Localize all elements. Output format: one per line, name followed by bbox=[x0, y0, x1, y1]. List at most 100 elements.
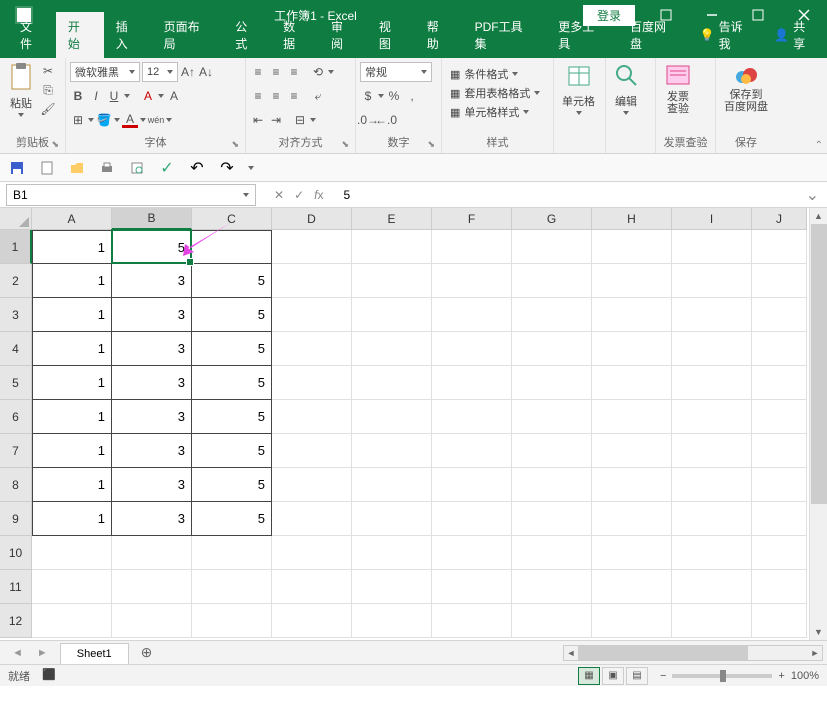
cell[interactable] bbox=[432, 604, 512, 638]
cell[interactable] bbox=[352, 400, 432, 434]
tab-view[interactable]: 视图 bbox=[367, 12, 415, 58]
cell[interactable] bbox=[352, 604, 432, 638]
cell[interactable] bbox=[592, 468, 672, 502]
fill-color-button[interactable]: 🪣 bbox=[96, 112, 112, 128]
cell[interactable] bbox=[752, 400, 807, 434]
cell[interactable] bbox=[672, 434, 752, 468]
spelling-button[interactable]: ✓ bbox=[158, 159, 176, 177]
cell[interactable] bbox=[352, 298, 432, 332]
qat-customize-icon[interactable] bbox=[248, 166, 254, 170]
underline-button[interactable]: U bbox=[106, 88, 122, 104]
cell[interactable]: 3 bbox=[112, 400, 192, 434]
cell[interactable] bbox=[432, 536, 512, 570]
row-header[interactable]: 4 bbox=[0, 332, 32, 366]
zoom-out-button[interactable]: − bbox=[660, 670, 666, 682]
cell[interactable] bbox=[592, 230, 672, 264]
cell[interactable] bbox=[192, 604, 272, 638]
column-header[interactable]: B bbox=[112, 208, 192, 230]
cell[interactable]: 1 bbox=[32, 468, 112, 502]
add-sheet-button[interactable]: ⊕ bbox=[129, 644, 165, 661]
tab-baidu[interactable]: 百度网盘 bbox=[618, 12, 690, 58]
cell[interactable]: 5 bbox=[112, 230, 192, 264]
cell[interactable] bbox=[432, 366, 512, 400]
cut-button[interactable]: ✂ bbox=[40, 63, 56, 79]
percent-button[interactable]: % bbox=[386, 88, 402, 104]
select-all-button[interactable] bbox=[0, 208, 32, 230]
cell[interactable]: 5 bbox=[192, 366, 272, 400]
column-header[interactable]: J bbox=[752, 208, 807, 230]
format-painter-button[interactable]: 🖌 bbox=[40, 101, 56, 117]
cell[interactable] bbox=[592, 400, 672, 434]
cell[interactable]: 5 bbox=[192, 332, 272, 366]
cell[interactable]: 5 bbox=[192, 502, 272, 536]
align-right-button[interactable]: ≡ bbox=[286, 88, 302, 104]
launcher-icon[interactable]: ⬊ bbox=[427, 139, 435, 150]
tab-help[interactable]: 帮助 bbox=[415, 12, 463, 58]
name-box[interactable]: B1 bbox=[6, 184, 256, 206]
column-header[interactable]: I bbox=[672, 208, 752, 230]
cell[interactable] bbox=[32, 604, 112, 638]
cell[interactable] bbox=[672, 366, 752, 400]
row-header[interactable]: 9 bbox=[0, 502, 32, 536]
scroll-thumb[interactable] bbox=[811, 224, 827, 504]
scroll-left-icon[interactable]: ◄ bbox=[564, 646, 578, 660]
row-header[interactable]: 7 bbox=[0, 434, 32, 468]
row-header[interactable]: 5 bbox=[0, 366, 32, 400]
scroll-right-icon[interactable]: ► bbox=[808, 646, 822, 660]
editing-button[interactable]: 编辑 bbox=[610, 61, 642, 117]
cell[interactable] bbox=[272, 230, 352, 264]
increase-indent-button[interactable]: ⇥ bbox=[268, 112, 284, 128]
cell[interactable] bbox=[32, 570, 112, 604]
cell[interactable] bbox=[432, 502, 512, 536]
cell[interactable] bbox=[112, 604, 192, 638]
cell[interactable]: 3 bbox=[112, 264, 192, 298]
cell[interactable] bbox=[272, 570, 352, 604]
row-header[interactable]: 10 bbox=[0, 536, 32, 570]
cell[interactable] bbox=[352, 570, 432, 604]
cell-style-button[interactable]: ▦单元格样式 bbox=[446, 103, 533, 121]
increase-font-button[interactable]: A↑ bbox=[180, 64, 196, 80]
row-header[interactable]: 1 bbox=[0, 230, 32, 264]
currency-button[interactable]: $ bbox=[360, 88, 376, 104]
cell[interactable]: 1 bbox=[32, 400, 112, 434]
cell[interactable] bbox=[272, 468, 352, 502]
font-color-button[interactable]: A bbox=[140, 88, 156, 104]
cell[interactable] bbox=[192, 230, 272, 264]
tab-review[interactable]: 审阅 bbox=[319, 12, 367, 58]
column-header[interactable]: E bbox=[352, 208, 432, 230]
cells-button[interactable]: 单元格 bbox=[558, 61, 599, 117]
tab-file[interactable]: 文件 bbox=[8, 12, 56, 58]
cell[interactable] bbox=[752, 332, 807, 366]
cell[interactable] bbox=[192, 570, 272, 604]
fx-icon[interactable]: fx bbox=[314, 188, 323, 202]
cell[interactable] bbox=[272, 434, 352, 468]
cell[interactable] bbox=[672, 604, 752, 638]
cell[interactable] bbox=[592, 332, 672, 366]
cell[interactable] bbox=[352, 468, 432, 502]
cell[interactable] bbox=[112, 536, 192, 570]
cell[interactable] bbox=[512, 264, 592, 298]
cell[interactable] bbox=[192, 536, 272, 570]
cell[interactable] bbox=[672, 264, 752, 298]
cell[interactable] bbox=[352, 366, 432, 400]
align-center-button[interactable]: ≡ bbox=[268, 88, 284, 104]
cell[interactable]: 1 bbox=[32, 332, 112, 366]
record-macro-icon[interactable]: ⬛ bbox=[42, 668, 56, 684]
cell[interactable] bbox=[272, 400, 352, 434]
cell[interactable] bbox=[592, 264, 672, 298]
cell[interactable]: 1 bbox=[32, 502, 112, 536]
cell[interactable] bbox=[672, 468, 752, 502]
invoice-button[interactable]: 发票 查验 bbox=[660, 61, 696, 117]
cell[interactable]: 5 bbox=[192, 434, 272, 468]
cell[interactable] bbox=[432, 570, 512, 604]
phonetic-button[interactable]: A bbox=[166, 88, 182, 104]
row-header[interactable]: 2 bbox=[0, 264, 32, 298]
cell[interactable] bbox=[352, 332, 432, 366]
cell[interactable] bbox=[752, 570, 807, 604]
sheet-prev-icon[interactable]: ◄ bbox=[6, 647, 29, 659]
cell[interactable] bbox=[752, 604, 807, 638]
cell[interactable] bbox=[272, 264, 352, 298]
font-name-select[interactable]: 微软雅黑 bbox=[70, 62, 140, 82]
cancel-formula-icon[interactable]: ✕ bbox=[274, 188, 284, 202]
cell[interactable] bbox=[432, 264, 512, 298]
